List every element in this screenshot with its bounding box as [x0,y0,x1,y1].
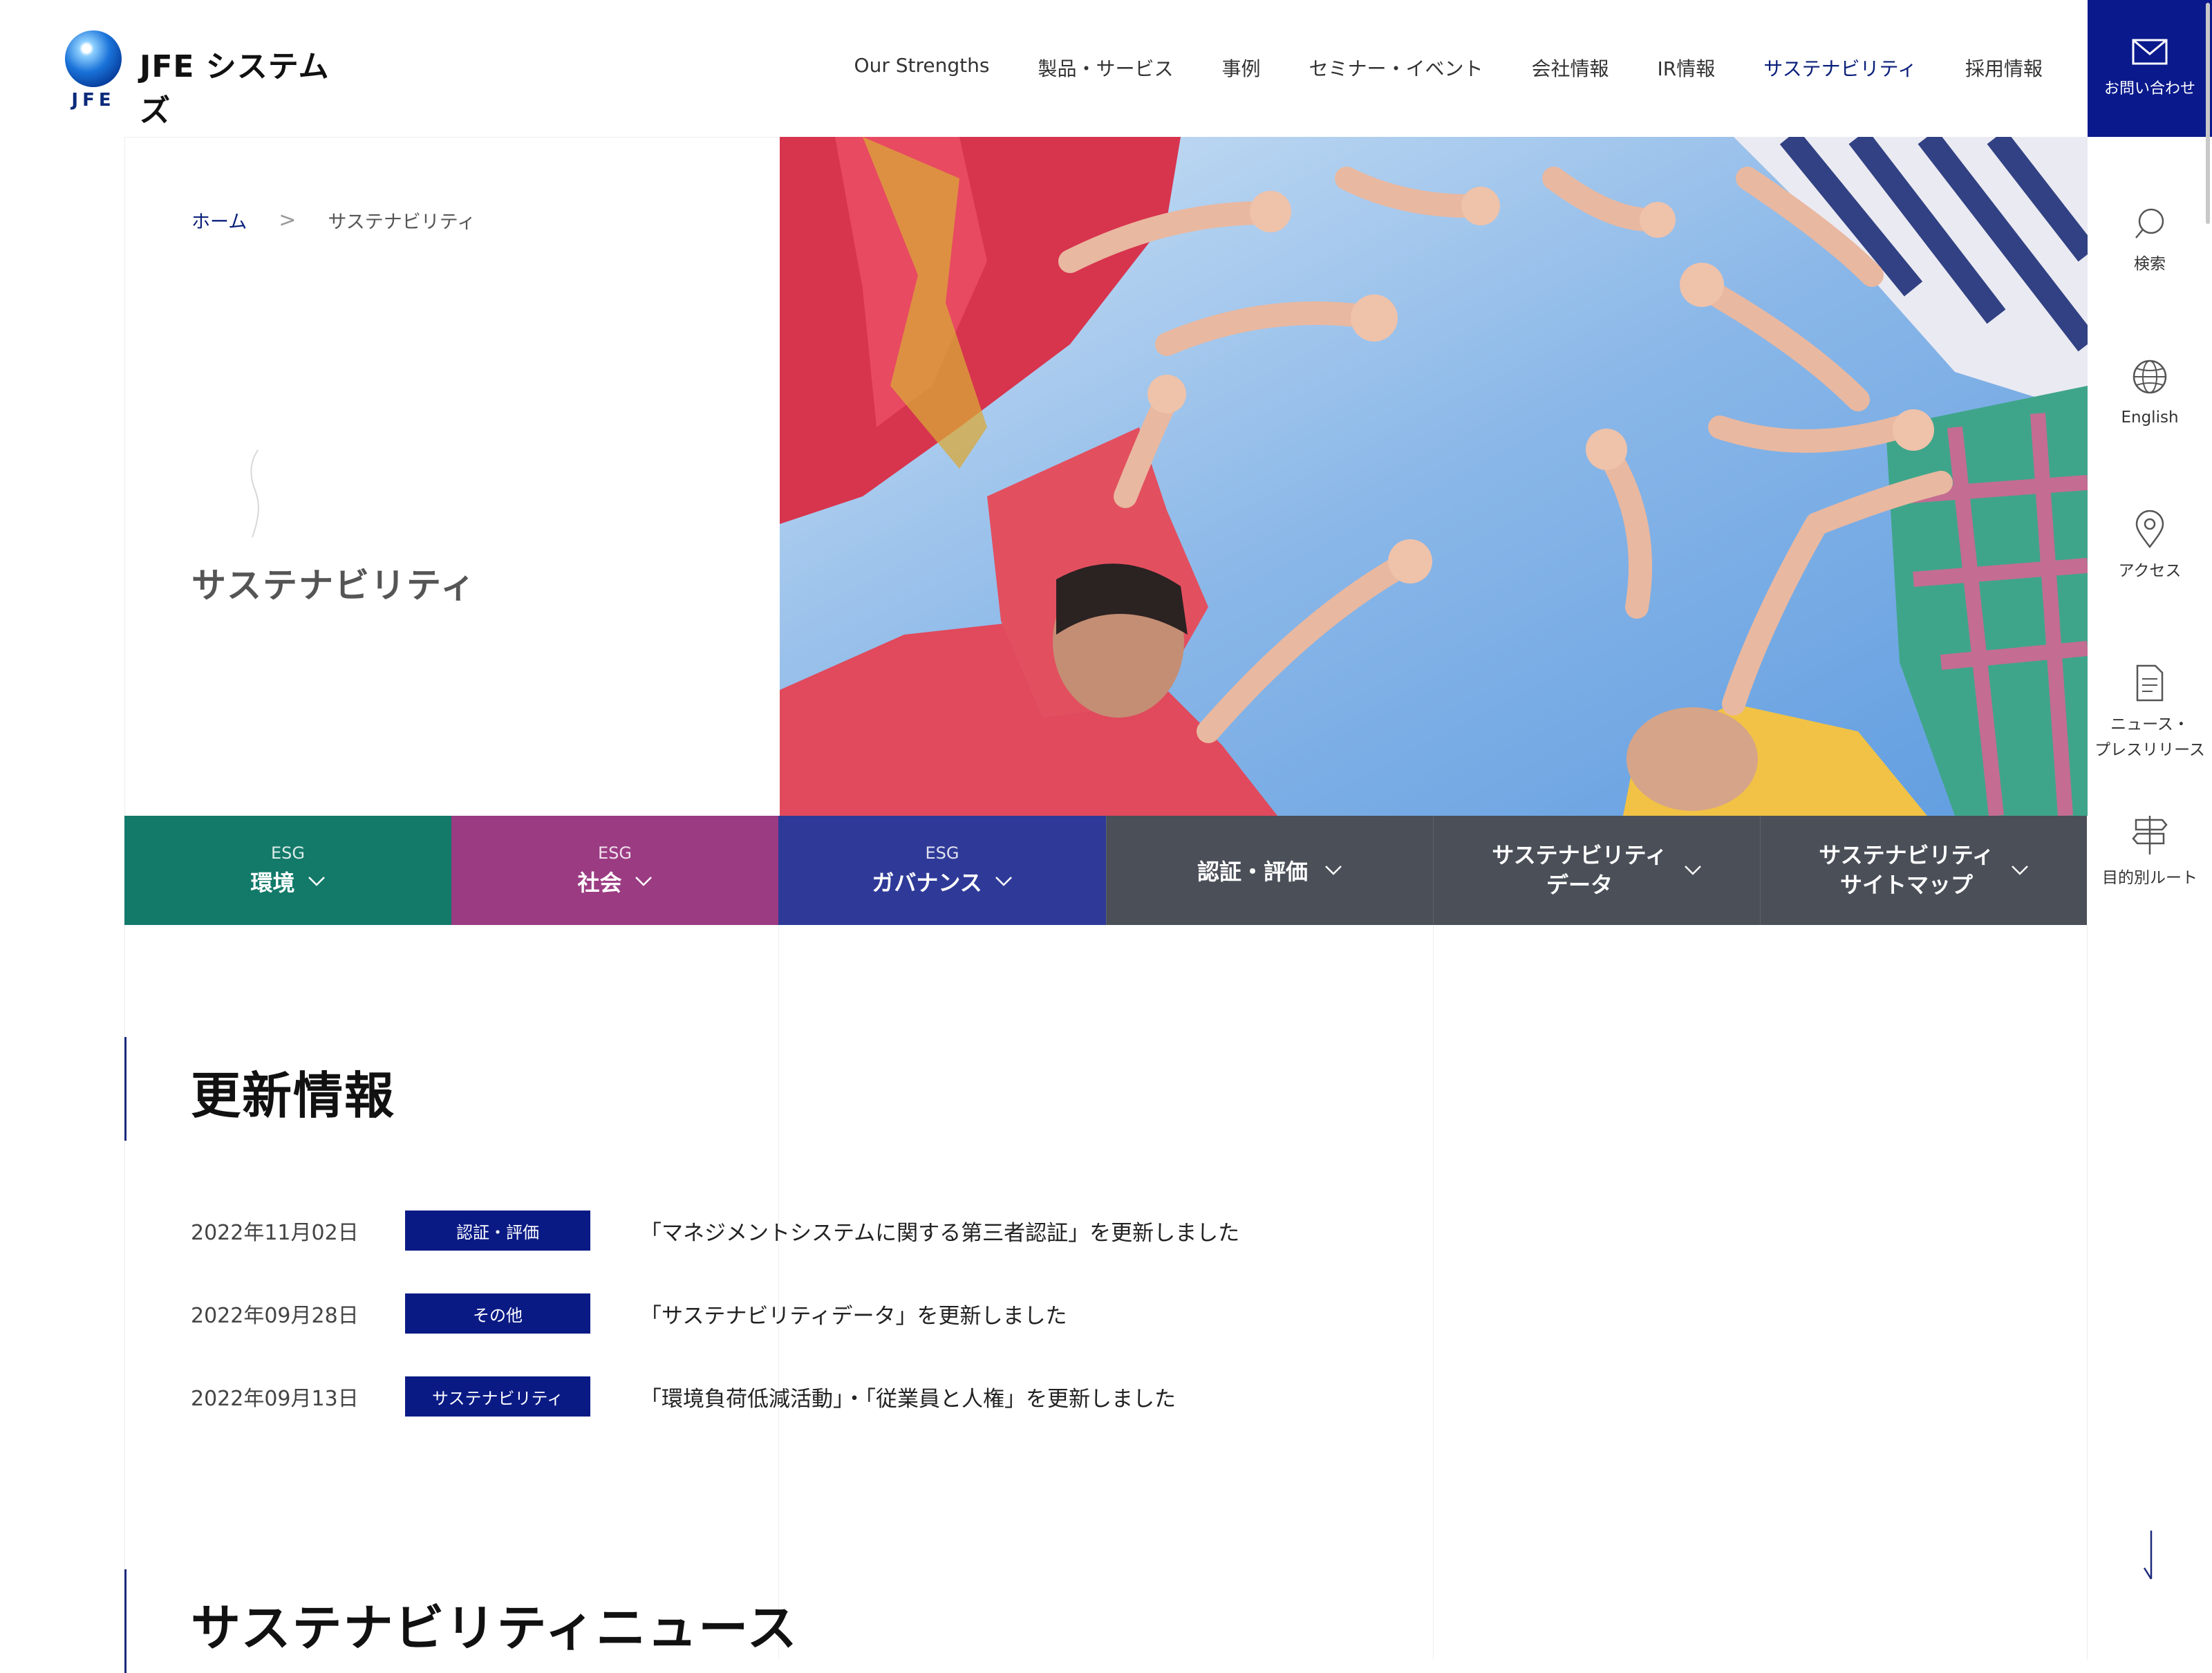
category-sitemap-line2: サイトマップ [1839,872,1973,898]
category-social[interactable]: ESG 社会 [451,816,778,925]
page-title: サステナビリティ [191,566,476,606]
category-sustainability-data[interactable]: サステナビリティ データ [1433,816,1760,925]
category-governance[interactable]: ESG ガバナンス [778,816,1106,925]
nav-ir-info[interactable]: IR情報 [1633,54,1740,82]
sidebar-search[interactable]: 検索 [2088,206,2212,277]
category-governance-sub: ESG [925,843,959,863]
category-social-sub: ESG [598,843,632,863]
update-date: 2022年09月13日 [191,1387,359,1411]
section-accent-bar [124,1569,126,1673]
nav-sustainability[interactable]: サステナビリティ [1739,54,1941,82]
sidebar-english[interactable]: English [2088,358,2212,431]
logo-wordmark: JFE システムズ [140,49,330,129]
update-link[interactable]: 「サステナビリティデータ」を更新しました [640,1298,1067,1329]
chevron-down-icon [635,877,652,886]
document-icon [2136,664,2164,702]
updates-heading: 更新情報 [191,1067,396,1125]
breadcrumb-home[interactable]: ホーム [191,207,247,234]
category-data-line1: サステナビリティ [1492,841,1667,868]
sidebar-search-label: 検索 [2134,255,2166,273]
category-governance-label: ガバナンス [872,870,982,896]
hero-photo [780,137,2088,816]
nav-cases[interactable]: 事例 [1197,54,1284,82]
section-accent-bar [124,1037,126,1141]
nav-seminars-events[interactable]: セミナー・イベント [1284,54,1507,82]
content-guide-line [2087,925,2088,1659]
sustainability-news-heading: サステナビリティニュース [191,1599,798,1657]
sidebar-news-label: ニュース・ プレスリリース [2094,716,2205,759]
chevron-down-icon [308,877,325,886]
category-environment-sub: ESG [271,843,305,863]
breadcrumb: ホーム > サステナビリティ [191,207,476,234]
content-guide-line [124,925,125,1659]
logo-mark-text: JFE [71,90,115,111]
search-icon [2135,208,2164,239]
chevron-down-icon [1684,866,1701,875]
jfe-systems-logo[interactable]: JFE JFE システムズ [65,30,355,129]
content-guide-line [778,925,779,1659]
decorative-s-line [250,449,259,538]
update-tag: サステナビリティ [405,1376,590,1417]
update-tag: その他 [405,1293,590,1334]
breadcrumb-current: サステナビリティ [328,212,476,233]
scrollbar-thumb[interactable] [2206,3,2210,224]
content-guide-line [1433,925,1434,1659]
sidebar-news[interactable]: ニュース・ プレスリリース [2088,664,2212,763]
sidebar-access[interactable]: アクセス [2088,510,2212,584]
category-environment-label: 環境 [250,870,295,896]
nav-our-strengths[interactable]: Our Strengths [830,54,1014,82]
nav-products-services[interactable]: 製品・サービス [1013,54,1197,82]
update-date: 2022年09月28日 [191,1304,359,1328]
jfe-globe-icon [65,30,122,87]
mail-icon [2132,39,2168,65]
breadcrumb-separator: > [279,208,297,232]
nav-recruitment[interactable]: 採用情報 [1941,54,2067,82]
site-header: JFE JFE システムズ Our Strengths 製品・サービス 事例 セ… [0,0,2088,137]
hero-people-reaching-sky-image [780,137,2088,816]
category-sitemap-line1: サステナビリティ [1819,841,1994,868]
sidebar-route[interactable]: 目的別ルート [2088,814,2212,891]
map-pin-icon [2135,510,2164,549]
chevron-down-icon [995,877,1012,886]
signpost-icon [2132,816,2168,854]
utility-sidebar: 検索 English アクセス ニュース・ プレスリリース 目的別ルート [2088,137,2212,1659]
update-row: 2022年09月28日 その他 「サステナビリティデータ」を更新しました [191,1293,1067,1334]
category-environment[interactable]: ESG 環境 [124,816,451,925]
category-social-label: 社会 [577,870,622,896]
update-tag: 認証・評価 [405,1211,590,1251]
category-certification-label: 認証・評価 [1197,859,1308,885]
category-sustainability-sitemap[interactable]: サステナビリティ サイトマップ [1760,816,2087,925]
contact-label: お問い合わせ [2103,80,2195,97]
category-data-line2: データ [1546,872,1613,898]
chevron-down-icon [1325,866,1342,875]
update-row: 2022年09月13日 サステナビリティ 「環境負荷低減活動」・「従業員と人権」… [191,1376,1176,1417]
category-nav: ESG 環境 ESG 社会 ESG ガバナンス 認証・評価 サステナビリティ デ… [124,816,2088,925]
update-row: 2022年11月02日 認証・評価 「マネジメントシステムに関する第三者認証」を… [191,1210,1239,1251]
chevron-down-icon [2011,866,2028,875]
page-scrollbar[interactable] [2204,0,2212,228]
sidebar-route-label: 目的別ルート [2102,869,2197,887]
global-nav: Our Strengths 製品・サービス 事例 セミナー・イベント 会社情報 … [830,54,2067,82]
category-certification[interactable]: 認証・評価 [1106,816,1433,925]
globe-icon [2133,359,2167,394]
sidebar-english-label: English [2121,409,2179,427]
hero-text-panel: ホーム > サステナビリティ サステナビリティ [124,137,780,816]
update-date: 2022年11月02日 [191,1221,359,1245]
nav-company-info[interactable]: 会社情報 [1507,54,1633,82]
update-link[interactable]: 「マネジメントシステムに関する第三者認証」を更新しました [640,1215,1239,1246]
update-link[interactable]: 「環境負荷低減活動」・「従業員と人権」を更新しました [640,1381,1176,1412]
scroll-down-arrow-icon[interactable] [2136,1528,2164,1583]
sidebar-access-label: アクセス [2118,562,2182,580]
contact-button[interactable]: お問い合わせ [2088,0,2212,137]
